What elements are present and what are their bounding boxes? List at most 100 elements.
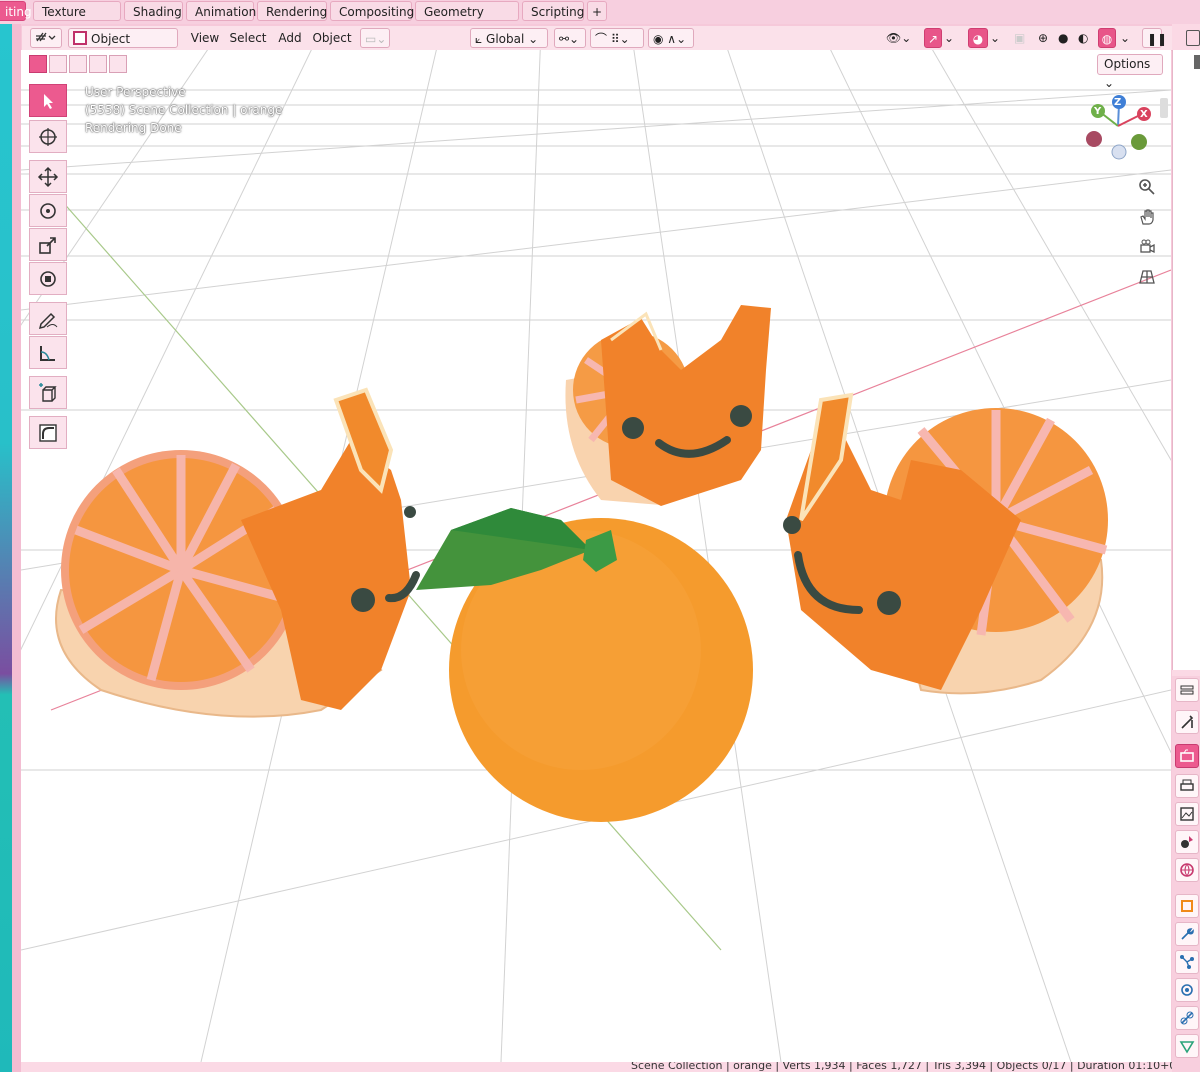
curve-icon (39, 423, 57, 442)
menu-add[interactable]: Add (276, 28, 304, 48)
measure-tool[interactable] (29, 336, 67, 369)
object-icon (1181, 900, 1193, 912)
properties-tab-modifiers[interactable] (1175, 922, 1199, 946)
properties-tab-render[interactable] (1175, 744, 1199, 768)
perspective-grid-icon[interactable] (1136, 266, 1158, 288)
transform-orientation-dropdown[interactable]: ⟀ Global ⌄ (470, 28, 548, 48)
orientation-label: Global (486, 32, 525, 46)
physics-icon (1181, 984, 1193, 996)
rotate-tool[interactable] (29, 194, 67, 227)
select-invert-button[interactable] (89, 55, 107, 73)
wireframe-shading-button[interactable]: ⊕ (1038, 28, 1056, 48)
gizmo-toggle[interactable]: ↗ (924, 28, 942, 48)
editor-type-dropdown[interactable] (30, 28, 62, 48)
overlays-dropdown[interactable]: ⌄ (990, 28, 1004, 48)
3d-viewport[interactable]: User Perspective (5558) Scene Collection… (21, 50, 1171, 1062)
chevron-down-icon: ⌄ (990, 31, 1001, 45)
menu-object[interactable]: Object (310, 28, 354, 48)
hand-pan-icon[interactable] (1136, 206, 1158, 228)
properties-tab-scene[interactable] (1175, 830, 1199, 854)
object-mode-icon (73, 31, 87, 45)
options-dropdown[interactable]: Options ⌄ (1097, 54, 1163, 90)
visibility-dropdown[interactable]: 👁⌄ (886, 28, 916, 48)
scale-tool[interactable] (29, 228, 67, 261)
sidebar-toggle-icon[interactable] (1194, 55, 1200, 69)
add-cube-tool[interactable] (29, 376, 67, 409)
properties-tab-physics[interactable] (1175, 978, 1199, 1002)
chevron-down-icon: ⌄ (1120, 31, 1131, 45)
tab-compositing[interactable]: Compositing (330, 1, 414, 21)
left-edge-border (12, 24, 21, 1072)
viewport-scrollbar[interactable] (1160, 98, 1168, 118)
gizmo-y-label: Y (1094, 106, 1102, 117)
left-peeled-orange (55, 387, 420, 718)
properties-tab-data[interactable] (1175, 1034, 1199, 1058)
xray-toggle[interactable]: ▣ (1014, 28, 1030, 48)
cursor-arrow-icon (44, 93, 53, 109)
properties-tab-toggle[interactable] (1175, 678, 1199, 702)
material-sphere-icon: ◐ (1078, 31, 1089, 45)
chevron-down-icon: ⌄ (944, 31, 955, 45)
rendered-sphere-icon: ◍ (1101, 32, 1113, 46)
particles-icon (1180, 955, 1194, 969)
gizmo-dropdown[interactable]: ⌄ (944, 28, 958, 48)
mesh-data-icon (1179, 1041, 1195, 1054)
tab-shading[interactable]: Shading (124, 1, 183, 21)
grid-axis-icon (36, 32, 56, 42)
disabled-dropdown[interactable]: ▭⌄ (360, 28, 390, 48)
snap-grid-icon: ⠿⌄ (610, 32, 630, 46)
properties-tab-particles[interactable] (1175, 950, 1199, 974)
select-tool[interactable] (29, 84, 67, 117)
tab-rendering[interactable]: Rendering (257, 1, 327, 21)
properties-tab-object[interactable] (1175, 894, 1199, 918)
eye-icon: 👁⌄ (886, 31, 912, 45)
select-extend-button[interactable] (49, 55, 67, 73)
overlays-toggle[interactable]: ◕ (968, 28, 988, 48)
3d-cursor-icon (39, 127, 57, 146)
workspace-tab-bar: iting Texture Paint Shading Animation Re… (0, 0, 1200, 39)
proportional-edit-dropdown[interactable]: ◉ ∧⌄ (648, 28, 694, 48)
right-peeled-orange (783, 392, 1108, 695)
rendered-shading-button[interactable]: ◍ (1098, 28, 1116, 48)
select-new-button[interactable] (29, 55, 47, 73)
tab-texture-paint[interactable]: Texture Paint (33, 1, 121, 39)
solid-sphere-icon: ● (1058, 31, 1069, 45)
transform-tool[interactable] (29, 262, 67, 295)
camera-back-icon (1180, 749, 1194, 762)
material-shading-button[interactable]: ◐ (1078, 28, 1096, 48)
tab-animation[interactable]: Animation (186, 1, 256, 21)
properties-tab-view-layer[interactable] (1175, 802, 1199, 826)
annotate-tool[interactable] (29, 302, 67, 335)
viewport-header: Object Mode⌄ View Select Add Object ▭⌄ ⟀… (22, 26, 1172, 66)
gizmo-icon: ↗ (927, 32, 939, 46)
menu-view[interactable]: View (188, 28, 222, 48)
cursor-tool[interactable] (29, 120, 67, 153)
object-mode-dropdown[interactable]: Object Mode⌄ (68, 28, 178, 66)
select-intersect-button[interactable] (109, 55, 127, 73)
properties-tab-tool[interactable] (1175, 710, 1199, 734)
camera-view-icon[interactable] (1136, 236, 1158, 258)
status-bar: Scene Collection | orange | Verts 1,934 … (21, 1062, 1172, 1072)
tab-scripting[interactable]: Scripting (522, 1, 584, 21)
left-edge-strip (0, 24, 12, 1072)
pause-render-button[interactable]: ❚❚ (1142, 28, 1167, 48)
tab-geometry-nodes[interactable]: Geometry Nodes (415, 1, 519, 39)
select-subtract-button[interactable] (69, 55, 87, 73)
shading-dropdown[interactable]: ⌄ (1120, 28, 1134, 48)
zoom-icon[interactable] (1136, 176, 1158, 198)
solid-shading-button[interactable]: ● (1058, 28, 1076, 48)
extra-tool[interactable] (29, 416, 67, 449)
add-workspace-button[interactable]: + (587, 1, 607, 21)
snap-dropdown[interactable]: ⌒ ⠿⌄ (590, 28, 644, 48)
properties-tab-output[interactable] (1175, 774, 1199, 798)
properties-tab-constraints[interactable] (1175, 1006, 1199, 1030)
xray-icon: ▣ (1014, 31, 1026, 45)
move-tool[interactable] (29, 160, 67, 193)
viewport-render-status: Rendering Done (85, 121, 182, 135)
menu-select[interactable]: Select (228, 28, 268, 48)
tab-editing[interactable]: iting (0, 1, 32, 21)
tool-settings-icon[interactable] (1186, 30, 1200, 46)
pivot-point-dropdown[interactable]: ⚯⌄ (554, 28, 586, 48)
properties-tab-world[interactable] (1175, 858, 1199, 882)
back-peeled-orange (565, 305, 771, 506)
